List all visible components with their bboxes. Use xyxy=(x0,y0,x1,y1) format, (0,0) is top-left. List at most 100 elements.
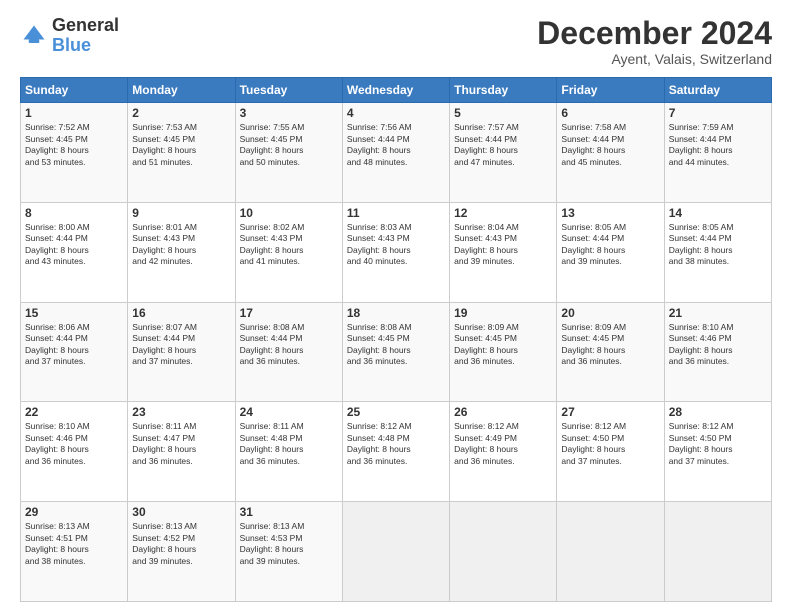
day-info: Sunrise: 8:12 AMSunset: 4:50 PMDaylight:… xyxy=(669,421,767,467)
logo-icon xyxy=(20,22,48,50)
calendar-cell: 13 Sunrise: 8:05 AMSunset: 4:44 PMDayligh… xyxy=(557,202,664,302)
day-info: Sunrise: 7:55 AMSunset: 4:45 PMDaylight:… xyxy=(240,122,338,168)
calendar-cell: 17 Sunrise: 8:08 AMSunset: 4:44 PMDayligh… xyxy=(235,302,342,402)
day-info: Sunrise: 7:58 AMSunset: 4:44 PMDaylight:… xyxy=(561,122,659,168)
day-header-monday: Monday xyxy=(128,78,235,103)
calendar-cell: 4 Sunrise: 7:56 AMSunset: 4:44 PMDaylight… xyxy=(342,103,449,203)
day-number: 11 xyxy=(347,206,445,220)
day-number: 19 xyxy=(454,306,552,320)
day-info: Sunrise: 7:57 AMSunset: 4:44 PMDaylight:… xyxy=(454,122,552,168)
calendar-week-row: 29Sunrise: 8:13 AMSunset: 4:51 PMDayligh… xyxy=(21,502,772,602)
day-number: 27 xyxy=(561,405,659,419)
calendar-cell xyxy=(450,502,557,602)
calendar-cell: 23Sunrise: 8:11 AMSunset: 4:47 PMDayligh… xyxy=(128,402,235,502)
day-number: 18 xyxy=(347,306,445,320)
day-number: 7 xyxy=(669,106,767,120)
day-info: Sunrise: 8:04 AMSunset: 4:43 PMDaylight:… xyxy=(454,222,552,268)
calendar-cell: 31 Sunrise: 8:13 AMSunset: 4:53 PMDayligh… xyxy=(235,502,342,602)
calendar-cell: 5 Sunrise: 7:57 AMSunset: 4:44 PMDaylight… xyxy=(450,103,557,203)
calendar-cell: 20Sunrise: 8:09 AMSunset: 4:45 PMDayligh… xyxy=(557,302,664,402)
day-info: Sunrise: 7:53 AMSunset: 4:45 PMDaylight:… xyxy=(132,122,230,168)
day-info: Sunrise: 8:13 AMSunset: 4:53 PMDaylight:… xyxy=(240,521,338,567)
calendar-cell: 11 Sunrise: 8:03 AMSunset: 4:43 PMDayligh… xyxy=(342,202,449,302)
calendar-cell xyxy=(664,502,771,602)
calendar-cell: 1 Sunrise: 7:52 AMSunset: 4:45 PMDaylight… xyxy=(21,103,128,203)
day-info: Sunrise: 8:08 AMSunset: 4:45 PMDaylight:… xyxy=(347,322,445,368)
calendar-header-row: SundayMondayTuesdayWednesdayThursdayFrid… xyxy=(21,78,772,103)
day-number: 14 xyxy=(669,206,767,220)
day-info: Sunrise: 8:05 AMSunset: 4:44 PMDaylight:… xyxy=(561,222,659,268)
day-number: 28 xyxy=(669,405,767,419)
day-number: 4 xyxy=(347,106,445,120)
title-block: December 2024 Ayent, Valais, Switzerland xyxy=(537,16,772,67)
day-info: Sunrise: 8:13 AMSunset: 4:51 PMDaylight:… xyxy=(25,521,123,567)
calendar-cell: 19 Sunrise: 8:09 AMSunset: 4:45 PMDayligh… xyxy=(450,302,557,402)
day-number: 21 xyxy=(669,306,767,320)
day-info: Sunrise: 8:06 AMSunset: 4:44 PMDaylight:… xyxy=(25,322,123,368)
calendar-cell: 22 Sunrise: 8:10 AMSunset: 4:46 PMDayligh… xyxy=(21,402,128,502)
day-info: Sunrise: 8:01 AMSunset: 4:43 PMDaylight:… xyxy=(132,222,230,268)
calendar-cell: 7 Sunrise: 7:59 AMSunset: 4:44 PMDaylight… xyxy=(664,103,771,203)
calendar-cell: 18 Sunrise: 8:08 AMSunset: 4:45 PMDayligh… xyxy=(342,302,449,402)
day-info: Sunrise: 8:12 AMSunset: 4:49 PMDaylight:… xyxy=(454,421,552,467)
calendar-cell: 25Sunrise: 8:12 AMSunset: 4:48 PMDayligh… xyxy=(342,402,449,502)
day-number: 23 xyxy=(132,405,230,419)
day-info: Sunrise: 8:12 AMSunset: 4:48 PMDaylight:… xyxy=(347,421,445,467)
logo: GeneralBlue xyxy=(20,16,119,56)
day-number: 1 xyxy=(25,106,123,120)
calendar-cell: 8Sunrise: 8:00 AMSunset: 4:44 PMDaylight… xyxy=(21,202,128,302)
day-header-thursday: Thursday xyxy=(450,78,557,103)
day-info: Sunrise: 7:52 AMSunset: 4:45 PMDaylight:… xyxy=(25,122,123,168)
day-number: 22 xyxy=(25,405,123,419)
day-info: Sunrise: 8:13 AMSunset: 4:52 PMDaylight:… xyxy=(132,521,230,567)
calendar-cell: 6 Sunrise: 7:58 AMSunset: 4:44 PMDaylight… xyxy=(557,103,664,203)
day-info: Sunrise: 8:07 AMSunset: 4:44 PMDaylight:… xyxy=(132,322,230,368)
day-info: Sunrise: 8:12 AMSunset: 4:50 PMDaylight:… xyxy=(561,421,659,467)
calendar-cell: 27 Sunrise: 8:12 AMSunset: 4:50 PMDayligh… xyxy=(557,402,664,502)
calendar-cell: 30Sunrise: 8:13 AMSunset: 4:52 PMDayligh… xyxy=(128,502,235,602)
day-number: 31 xyxy=(240,505,338,519)
day-info: Sunrise: 8:02 AMSunset: 4:43 PMDaylight:… xyxy=(240,222,338,268)
day-number: 5 xyxy=(454,106,552,120)
day-info: Sunrise: 8:00 AMSunset: 4:44 PMDaylight:… xyxy=(25,222,123,268)
calendar-week-row: 8Sunrise: 8:00 AMSunset: 4:44 PMDaylight… xyxy=(21,202,772,302)
calendar-cell: 24Sunrise: 8:11 AMSunset: 4:48 PMDayligh… xyxy=(235,402,342,502)
day-header-saturday: Saturday xyxy=(664,78,771,103)
day-info: Sunrise: 8:10 AMSunset: 4:46 PMDaylight:… xyxy=(25,421,123,467)
day-number: 2 xyxy=(132,106,230,120)
day-info: Sunrise: 7:56 AMSunset: 4:44 PMDaylight:… xyxy=(347,122,445,168)
day-info: Sunrise: 8:03 AMSunset: 4:43 PMDaylight:… xyxy=(347,222,445,268)
day-header-friday: Friday xyxy=(557,78,664,103)
day-info: Sunrise: 8:08 AMSunset: 4:44 PMDaylight:… xyxy=(240,322,338,368)
calendar-cell: 10Sunrise: 8:02 AMSunset: 4:43 PMDayligh… xyxy=(235,202,342,302)
day-info: Sunrise: 7:59 AMSunset: 4:44 PMDaylight:… xyxy=(669,122,767,168)
calendar-cell: 21Sunrise: 8:10 AMSunset: 4:46 PMDayligh… xyxy=(664,302,771,402)
calendar-cell xyxy=(557,502,664,602)
day-number: 26 xyxy=(454,405,552,419)
day-header-sunday: Sunday xyxy=(21,78,128,103)
calendar-cell: 9Sunrise: 8:01 AMSunset: 4:43 PMDaylight… xyxy=(128,202,235,302)
day-number: 6 xyxy=(561,106,659,120)
calendar-cell: 3Sunrise: 7:55 AMSunset: 4:45 PMDaylight… xyxy=(235,103,342,203)
calendar-cell xyxy=(342,502,449,602)
calendar-week-row: 15 Sunrise: 8:06 AMSunset: 4:44 PMDayligh… xyxy=(21,302,772,402)
header: GeneralBlue December 2024 Ayent, Valais,… xyxy=(20,16,772,67)
logo-text: GeneralBlue xyxy=(52,16,119,56)
day-info: Sunrise: 8:09 AMSunset: 4:45 PMDaylight:… xyxy=(561,322,659,368)
day-info: Sunrise: 8:09 AMSunset: 4:45 PMDaylight:… xyxy=(454,322,552,368)
day-number: 17 xyxy=(240,306,338,320)
day-info: Sunrise: 8:05 AMSunset: 4:44 PMDaylight:… xyxy=(669,222,767,268)
month-title: December 2024 xyxy=(537,16,772,51)
day-number: 13 xyxy=(561,206,659,220)
day-info: Sunrise: 8:11 AMSunset: 4:48 PMDaylight:… xyxy=(240,421,338,467)
day-header-tuesday: Tuesday xyxy=(235,78,342,103)
day-header-wednesday: Wednesday xyxy=(342,78,449,103)
calendar-cell: 12Sunrise: 8:04 AMSunset: 4:43 PMDayligh… xyxy=(450,202,557,302)
calendar-cell: 2 Sunrise: 7:53 AMSunset: 4:45 PMDaylight… xyxy=(128,103,235,203)
calendar-cell: 16Sunrise: 8:07 AMSunset: 4:44 PMDayligh… xyxy=(128,302,235,402)
day-number: 15 xyxy=(25,306,123,320)
calendar-table: SundayMondayTuesdayWednesdayThursdayFrid… xyxy=(20,77,772,602)
calendar-cell: 28 Sunrise: 8:12 AMSunset: 4:50 PMDayligh… xyxy=(664,402,771,502)
calendar-cell: 26 Sunrise: 8:12 AMSunset: 4:49 PMDayligh… xyxy=(450,402,557,502)
calendar-week-row: 1 Sunrise: 7:52 AMSunset: 4:45 PMDaylight… xyxy=(21,103,772,203)
